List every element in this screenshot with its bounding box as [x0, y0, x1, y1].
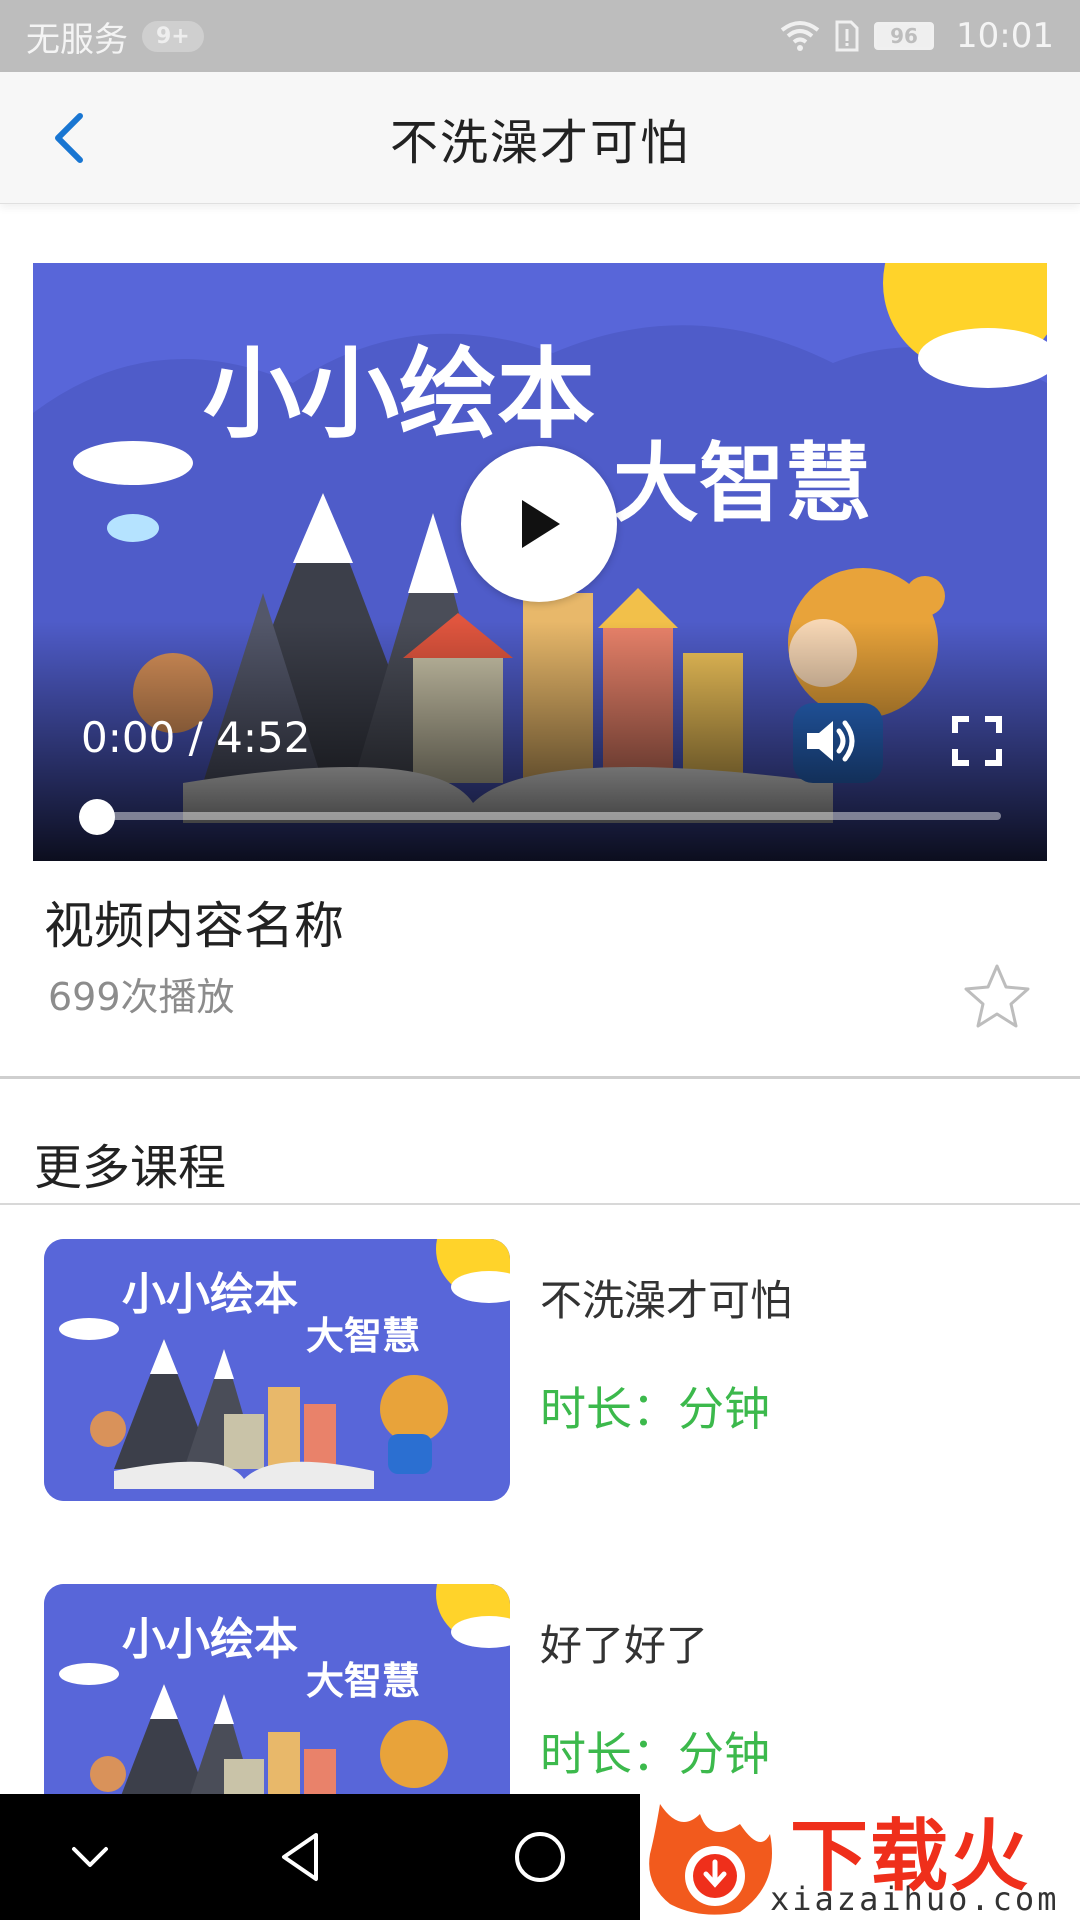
- page-title: 不洗澡才可怕: [389, 114, 690, 171]
- status-bar: 无服务 9+ 96 10:01: [0, 0, 1080, 72]
- video-detail-screen: 无服务 9+ 96 10:01 不洗澡才可怕 小小绘本 大智慧 0:00 / 4…: [0, 0, 1080, 1920]
- carrier-label: 无服务: [26, 19, 128, 60]
- video-player[interactable]: 小小绘本 大智慧 0:00 / 4:52: [33, 263, 1047, 861]
- fullscreen-icon: [952, 716, 1002, 766]
- play-button[interactable]: [461, 446, 617, 602]
- fullscreen-button[interactable]: [951, 715, 1003, 767]
- sim-alert-icon: [835, 20, 859, 52]
- course-name: 不洗澡才可怕: [540, 1276, 793, 1325]
- play-icon: [522, 500, 560, 548]
- flame-logo-icon: [649, 1804, 772, 1915]
- course-duration: 时长：分钟: [540, 1382, 770, 1436]
- course-thumb-title-line1: 小小绘本: [122, 1269, 298, 1320]
- section-divider: [0, 1076, 1080, 1079]
- nav-back-button[interactable]: [270, 1827, 330, 1887]
- battery-icon: 96: [874, 22, 935, 50]
- back-button[interactable]: [42, 110, 98, 166]
- chevron-left-icon: [55, 113, 83, 163]
- chevron-down-icon: [72, 1847, 108, 1867]
- course-duration: 时长：分钟: [540, 1727, 770, 1781]
- course-thumbnail-art: 小小绘本 大智慧: [44, 1239, 510, 1501]
- nav-hide-button[interactable]: [60, 1827, 120, 1887]
- progress-thumb[interactable]: [79, 799, 115, 835]
- play-count: 699次播放: [48, 975, 235, 1019]
- video-time: 0:00 / 4:52: [81, 713, 311, 762]
- course-thumb-title-line2: 大智慧: [306, 1659, 420, 1703]
- heading-divider: [0, 1203, 1080, 1205]
- more-courses-heading: 更多课程: [34, 1140, 227, 1196]
- status-time: 10:01: [956, 16, 1054, 56]
- course-thumb-title-line2: 大智慧: [306, 1314, 420, 1358]
- status-left: 无服务 9+: [26, 12, 204, 61]
- notification-badge: 9+: [142, 20, 204, 52]
- favorite-button[interactable]: [962, 962, 1032, 1032]
- nav-home-button[interactable]: [510, 1827, 570, 1887]
- watermark-logo: 下载火 xiazaihuo.com: [640, 1794, 1080, 1920]
- course-thumb-title-line1: 小小绘本: [122, 1614, 298, 1665]
- circle-home-icon: [515, 1832, 565, 1882]
- wifi-icon: [780, 21, 820, 51]
- volume-icon: [807, 720, 855, 762]
- thumbnail-title-line1: 小小绘本: [203, 338, 595, 452]
- app-header: 不洗澡才可怕: [0, 72, 1080, 204]
- watermark-domain: xiazaihuo.com: [770, 1880, 1060, 1918]
- star-icon: [964, 964, 1030, 1028]
- course-thumbnail[interactable]: 小小绘本 大智慧: [44, 1239, 510, 1501]
- progress-bar[interactable]: [97, 812, 1001, 820]
- course-name: 好了好了: [540, 1621, 709, 1670]
- video-title: 视频内容名称: [44, 897, 344, 955]
- status-right: 96 10:01: [780, 16, 1054, 56]
- volume-button[interactable]: [801, 711, 861, 771]
- triangle-back-icon: [282, 1833, 318, 1881]
- thumbnail-title-line2: 大智慧: [613, 434, 871, 534]
- course-item[interactable]: 小小绘本 大智慧 不洗澡才可怕 时长：分钟: [0, 1239, 1080, 1501]
